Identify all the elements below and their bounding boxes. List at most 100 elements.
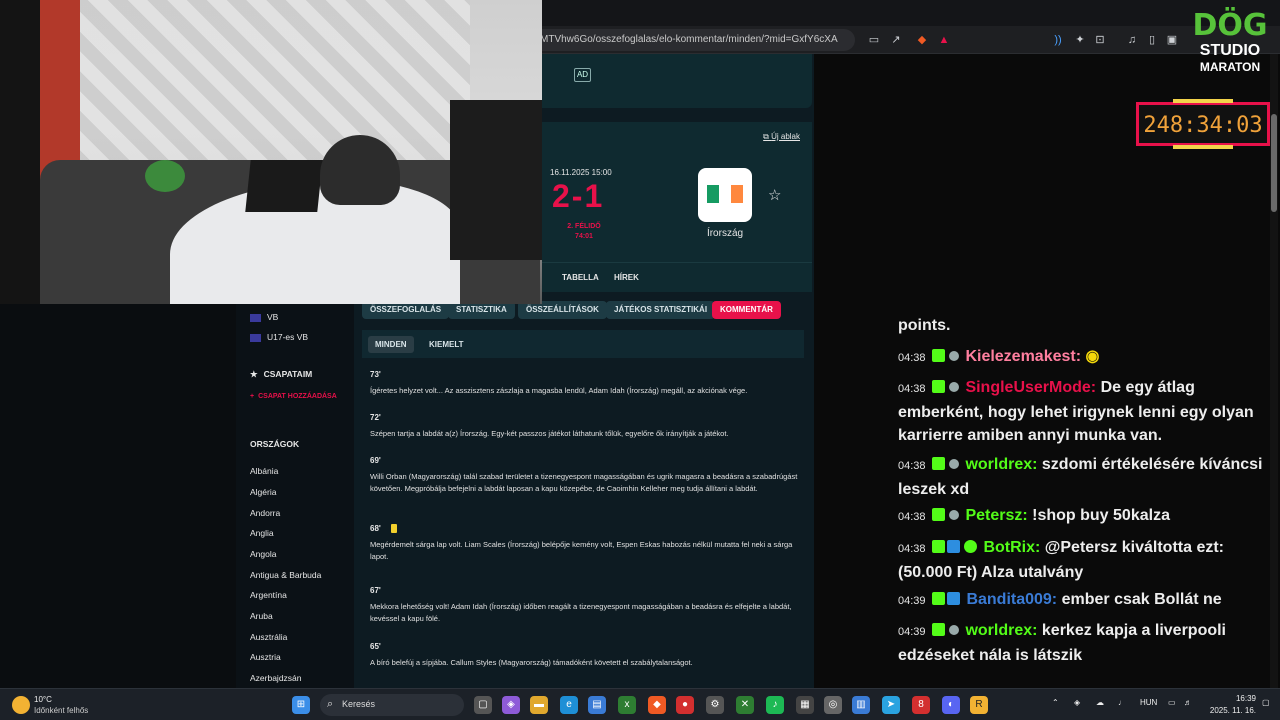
country-item[interactable]: Aruba [250, 611, 273, 621]
chat-message: 04:39 Bandita009: ember csak Bollát ne [898, 591, 1222, 608]
extensions-icon[interactable]: ✦ [1072, 32, 1088, 48]
address-bar[interactable]: MTVhw6Go/osszefoglalas/elo-kommentar/min… [520, 29, 855, 51]
cloud-icon[interactable]: ☁ [1096, 698, 1104, 707]
country-item[interactable]: Ausztrália [250, 632, 287, 642]
store-icon[interactable]: ▤ [588, 696, 606, 714]
obs-icon[interactable]: ◎ [824, 696, 842, 714]
competition-flag-icon [250, 333, 261, 342]
kick-badge-icon [931, 592, 945, 605]
screenshot-icon[interactable]: ⊡ [1092, 32, 1108, 48]
filter-highlights[interactable]: KIEMELT [422, 336, 471, 353]
country-item[interactable]: Argentína [250, 590, 287, 600]
rockstar-icon[interactable]: R [970, 696, 988, 714]
sidebar-toggle-icon[interactable]: ▯ [1144, 32, 1160, 48]
notification-icon[interactable]: ▢ [1262, 698, 1270, 707]
chat-message: points. [898, 317, 951, 334]
brave-icon[interactable]: ◆ [648, 696, 666, 714]
favorite-star-icon[interactable]: ☆ [768, 186, 781, 204]
kick-badge-icon [931, 623, 945, 636]
country-item[interactable]: Albánia [250, 466, 278, 476]
subnav-tabella[interactable]: TABELLA [562, 273, 599, 282]
country-item[interactable]: Angola [250, 549, 276, 559]
commentary-filter: MINDEN KIEMELT [362, 330, 804, 358]
tray-app-icon[interactable]: ◈ [1074, 698, 1080, 707]
ireland-flag-icon[interactable] [698, 168, 752, 222]
excel-icon[interactable]: x [618, 696, 636, 714]
start-icon[interactable]: ⊞ [292, 696, 310, 714]
emote-icon: ◉ [1085, 348, 1100, 365]
tab-commentary[interactable]: KOMMENTÁR [712, 301, 781, 319]
verified-badge-icon [946, 540, 960, 553]
media-icon[interactable]: ♫ [1124, 32, 1140, 48]
country-item[interactable]: Andorra [250, 508, 280, 518]
subnav-hirek[interactable]: HÍREK [614, 273, 639, 282]
bot-gear-icon [963, 540, 977, 553]
wallet-icon[interactable]: ▣ [1164, 32, 1180, 48]
copilot-icon[interactable]: ◈ [502, 696, 520, 714]
countries-header: ORSZÁGOK [250, 439, 300, 449]
sound-icon[interactable]: )) [1050, 32, 1066, 48]
away-team-name[interactable]: Írország [692, 228, 758, 239]
yellow-card-icon [390, 524, 397, 534]
settings-icon[interactable]: ⚙ [706, 696, 724, 714]
country-item[interactable]: Ausztria [250, 652, 281, 662]
country-item[interactable]: Algéria [250, 487, 276, 497]
kick-badge-icon [931, 540, 945, 553]
rewards-icon[interactable]: ▲ [936, 32, 952, 48]
cast-icon[interactable]: ▭ [866, 32, 882, 48]
partly-cloudy-icon [12, 696, 30, 714]
brave-shield-icon[interactable]: ◆ [914, 32, 930, 48]
app-icon[interactable]: ▦ [796, 696, 814, 714]
competition-flag-icon [250, 313, 261, 322]
user-badge-icon [948, 459, 959, 469]
taskbar-clock[interactable]: 16:39 2025. 11. 16. [1200, 693, 1256, 717]
country-item[interactable]: Antigua & Barbuda [250, 570, 321, 580]
microphone-icon[interactable]: ♩ [1118, 698, 1126, 707]
app-icon[interactable]: ● [676, 696, 694, 714]
file-explorer-icon[interactable]: ▬ [530, 696, 548, 714]
commentary-entry: 67' Mekkora lehetőség volt! Adam Idah (Í… [370, 586, 792, 623]
page-scrollbar[interactable] [1270, 54, 1278, 688]
taskbar: 10°C Időnként felhős ⊞ ⌕ Keresés ▢ ◈ ▬ e… [0, 688, 1280, 720]
commentary-entry: 68' Megérdemelt sárga lap volt. Liam Sca… [370, 524, 793, 562]
ad-banner[interactable]: AD [542, 54, 812, 108]
calculator-icon[interactable]: ▥ [852, 696, 870, 714]
volume-icon[interactable]: ♬ [1184, 698, 1192, 707]
xbox-icon[interactable]: ✕ [736, 696, 754, 714]
chat-message: 04:39 worldrex: kerkez kapja a liverpool… [898, 622, 1226, 664]
share-icon[interactable]: ↗ [888, 32, 904, 48]
sidebar-item-vb[interactable]: VB [250, 312, 278, 322]
task-view-icon[interactable]: ▢ [474, 696, 492, 714]
kick-badge-icon [931, 457, 945, 470]
add-team-button[interactable]: + CSAPAT HOZZÁADÁSA [250, 392, 340, 402]
filter-all[interactable]: MINDEN [368, 336, 414, 353]
country-item[interactable]: Anglia [250, 528, 274, 538]
chat-message: 04:38 worldrex: szdomi értékelésére kívá… [898, 456, 1263, 498]
chat-message: 04:38 SingleUserMode: De egy átlag ember… [898, 379, 1254, 444]
verified-badge-icon [946, 592, 960, 605]
kick-badge-icon [931, 349, 945, 362]
edge-icon[interactable]: e [560, 696, 578, 714]
marathon-timer: 248:34:03 [1136, 99, 1270, 149]
weather-widget[interactable]: 10°C Időnként felhős [12, 693, 112, 717]
user-badge-icon [948, 625, 959, 635]
taskbar-search[interactable]: ⌕ Keresés [320, 694, 464, 716]
tab-player-stats[interactable]: JÁTÉKOS STATISZTIKÁI [606, 301, 716, 319]
sidebar-item-u17-vb[interactable]: U17-es VB [250, 332, 308, 342]
commentary-entry: 65' A bíró belefúj a sípjába. Callum Sty… [370, 642, 693, 667]
telegram-icon[interactable]: ➤ [882, 696, 900, 714]
scrollbar-thumb[interactable] [1271, 114, 1277, 212]
commentary-entry: 69' Willi Orban (Magyarország) talál sza… [370, 456, 798, 493]
app-icon[interactable]: 8 [912, 696, 930, 714]
language-indicator[interactable]: HUN [1140, 698, 1157, 707]
kick-badge-icon [931, 508, 945, 521]
commentary-entry: 72' Szépen tartja a labdát a(z) Írország… [370, 413, 729, 438]
match-period: 2. FÉLIDŐ 74:01 [554, 222, 614, 242]
tray-chevron-icon[interactable]: ⌃ [1052, 698, 1059, 707]
network-icon[interactable]: ▭ [1168, 698, 1176, 707]
spotify-icon[interactable]: ♪ [766, 696, 784, 714]
country-item[interactable]: Azerbajdzsán [250, 673, 302, 683]
new-window-link[interactable]: ⧉ Új ablak [763, 132, 800, 142]
match-header: ⧉ Új ablak 16.11.2025 15:00 2-1 2. FÉLID… [542, 122, 812, 262]
discord-icon[interactable]: ◐ [942, 696, 960, 714]
